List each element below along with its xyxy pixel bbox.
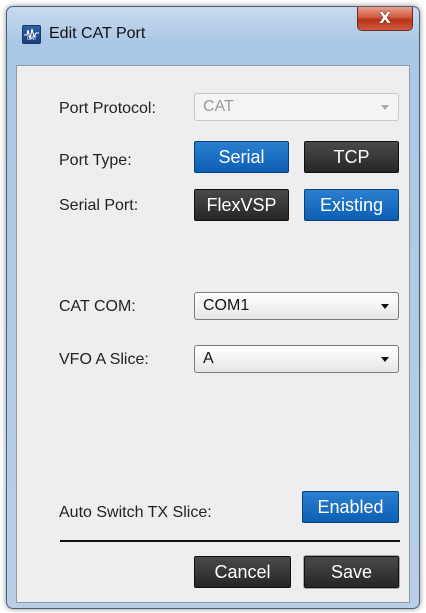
cat-com-label: CAT COM: xyxy=(59,298,136,315)
edit-cat-port-window: CAT Edit CAT Port X Port Protocol: CAT P… xyxy=(6,6,420,609)
close-button[interactable]: X xyxy=(357,7,413,31)
save-button[interactable]: Save xyxy=(304,556,399,588)
chevron-down-icon xyxy=(381,357,389,362)
cat-com-value: COM1 xyxy=(203,297,250,314)
port-protocol-value: CAT xyxy=(203,98,234,115)
port-type-serial-button[interactable]: Serial xyxy=(194,141,289,173)
vfo-a-slice-value: A xyxy=(203,350,214,367)
serial-port-label: Serial Port: xyxy=(59,197,139,214)
vfo-a-slice-select[interactable]: A xyxy=(194,345,399,373)
serial-port-flexvsp-button[interactable]: FlexVSP xyxy=(194,189,289,221)
window-title: Edit CAT Port xyxy=(49,25,146,42)
vfo-a-slice-label: VFO A Slice: xyxy=(59,351,149,368)
chevron-down-icon xyxy=(381,105,389,110)
cancel-button[interactable]: Cancel xyxy=(194,556,291,588)
port-protocol-label: Port Protocol: xyxy=(59,100,156,117)
port-protocol-select: CAT xyxy=(194,93,399,121)
close-icon: X xyxy=(379,9,391,27)
auto-switch-tx-slice-label: Auto Switch TX Slice: xyxy=(59,504,212,521)
serial-port-existing-button[interactable]: Existing xyxy=(304,189,399,221)
port-type-tcp-button[interactable]: TCP xyxy=(304,141,399,173)
cat-app-icon: CAT xyxy=(22,25,41,44)
cat-com-select[interactable]: COM1 xyxy=(194,292,399,320)
app-icon-text: CAT xyxy=(27,36,37,42)
auto-switch-enabled-button[interactable]: Enabled xyxy=(302,491,399,523)
title-bar[interactable]: CAT Edit CAT Port X xyxy=(7,7,419,57)
chevron-down-icon xyxy=(381,304,389,309)
port-type-label: Port Type: xyxy=(59,152,132,169)
divider xyxy=(60,540,400,542)
dialog-body: Port Protocol: CAT Port Type: Serial TCP… xyxy=(16,65,410,603)
